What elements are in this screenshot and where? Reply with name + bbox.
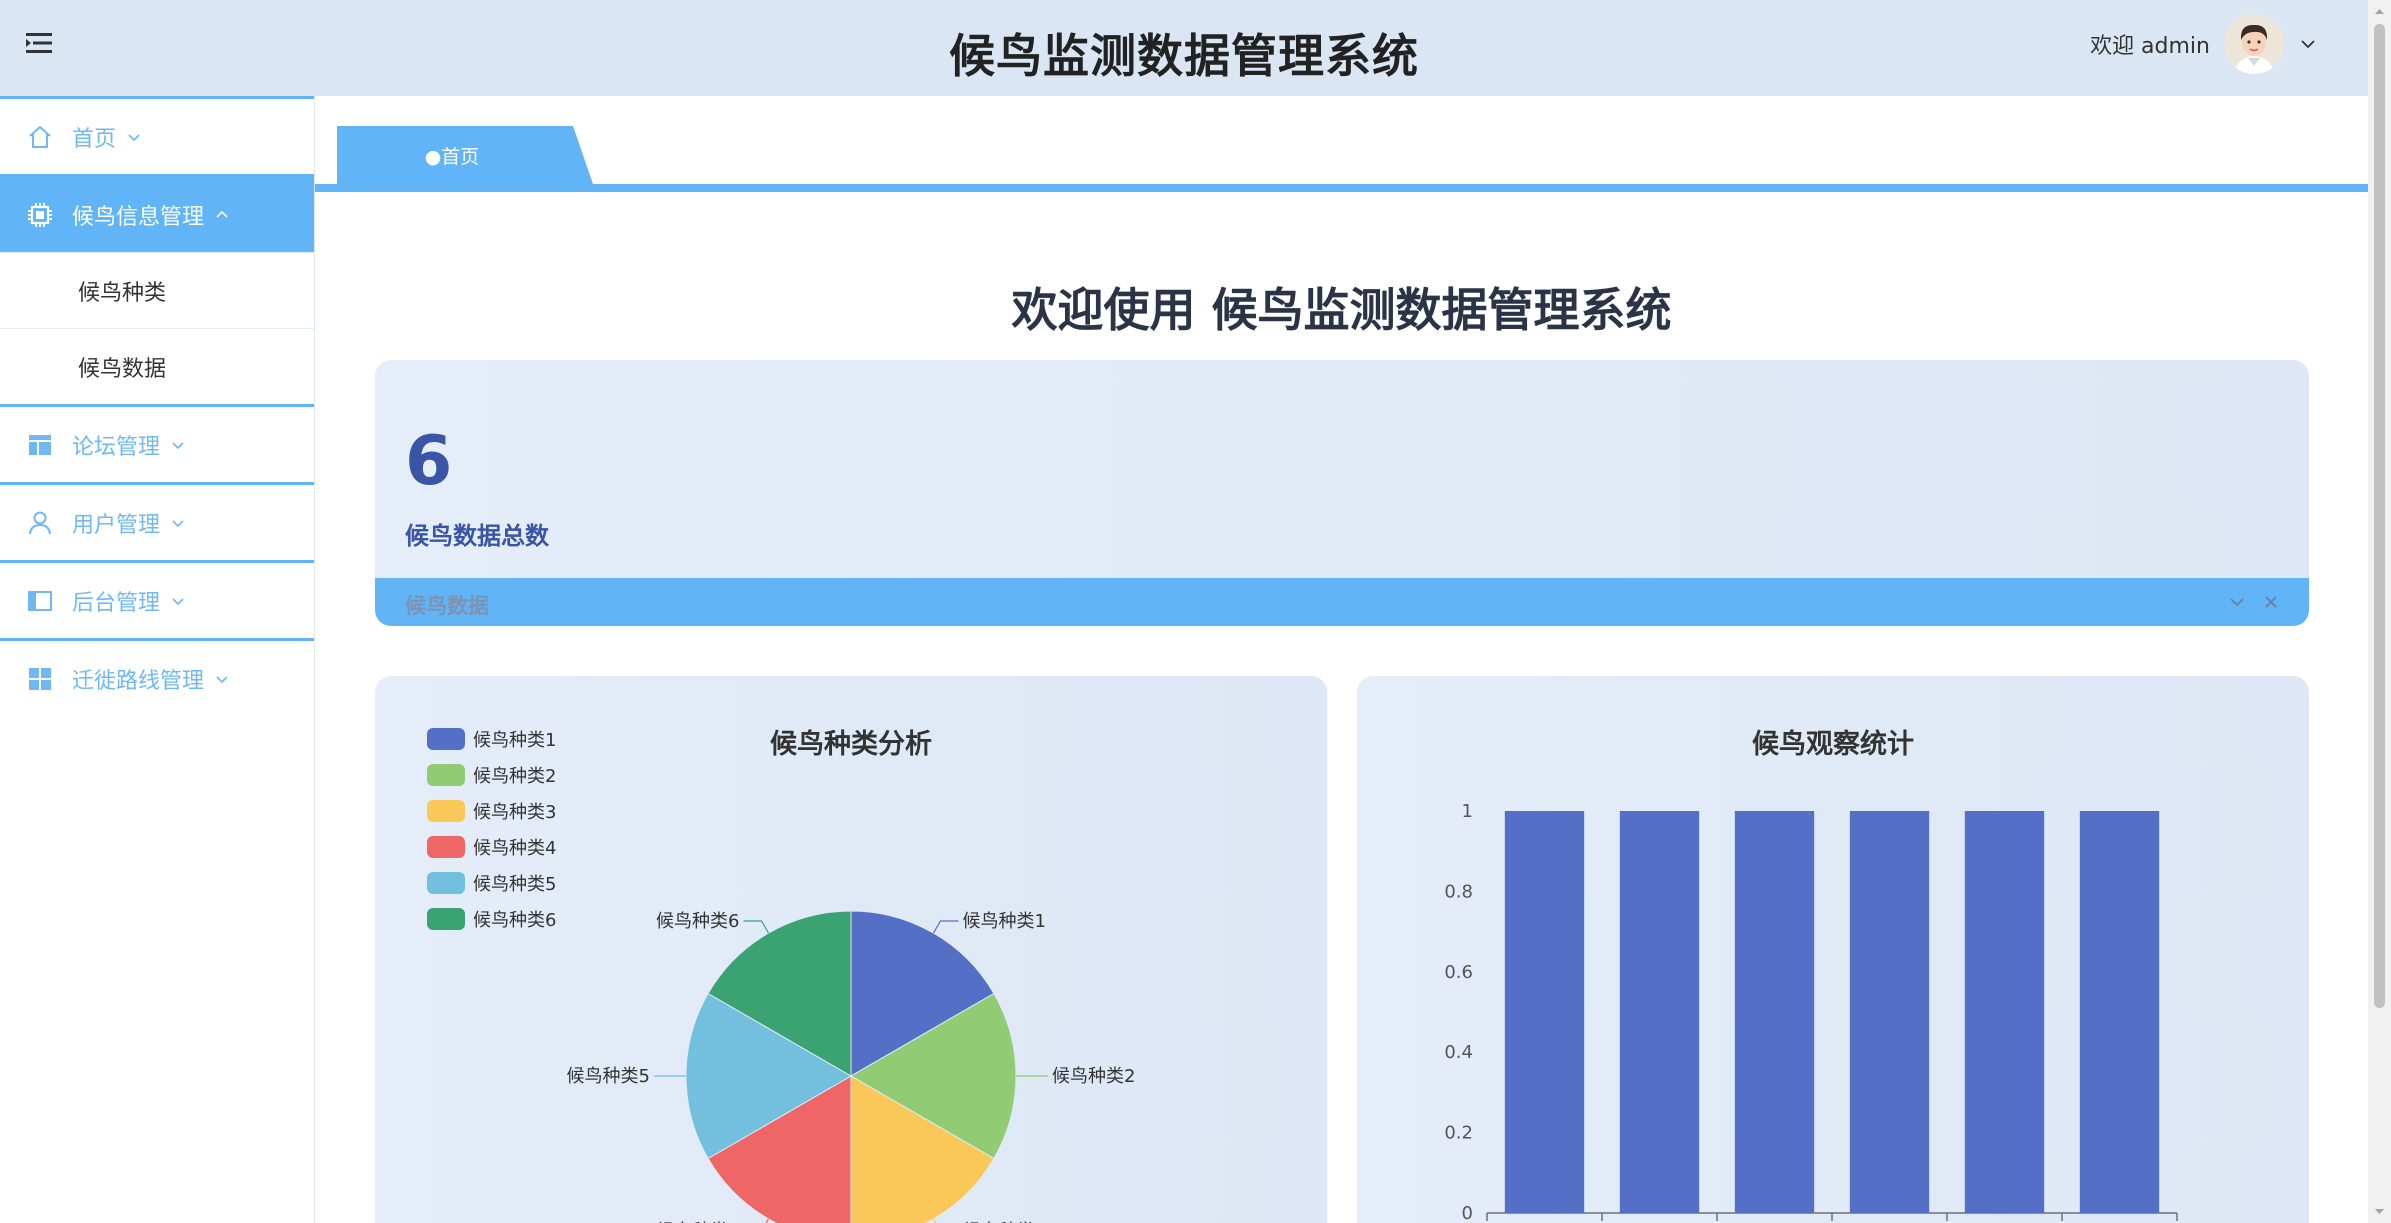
chevron-down-icon [172,597,184,605]
sidebar-item-label: 后台管理 [72,590,161,616]
stat-card: 6 候鸟数据总数 候鸟数据 [375,360,2309,626]
bar[interactable] [1504,811,1585,1213]
sidebar-item-label: 迁徙路线管理 [72,668,205,694]
app-title: 候鸟监测数据管理系统 [949,29,1419,83]
legend-item[interactable]: 候鸟种类3 [427,800,556,823]
top-header: 候鸟监测数据管理系统 欢迎 admin [0,0,2368,96]
chip-icon [26,201,54,229]
pie-leader-line [743,920,770,934]
legend-swatch [427,836,465,858]
legend-swatch [427,872,465,894]
user-menu[interactable]: 欢迎 admin [2090,12,2318,76]
sidebar-item-forum[interactable]: 论坛管理 [0,404,314,482]
main-content: 欢迎使用 候鸟监测数据管理系统 6 候鸟数据总数 候鸟数据 候鸟种类分析 候鸟种… [315,194,2368,1223]
legend-label: 候鸟种类4 [473,838,556,859]
scroll-thumb[interactable] [2374,24,2385,1008]
y-tick-label: 0.6 [1444,962,1473,983]
sidebar-item-label: 用户管理 [72,512,161,538]
y-tick-label: 0.8 [1444,881,1473,902]
legend-swatch [427,908,465,930]
welcome-text: 欢迎 admin [2090,34,2210,59]
stat-footer-label: 候鸟数据 [405,594,489,618]
sidebar-item-bird-info[interactable]: 候鸟信息管理 [0,174,314,252]
pie-leader-line [932,1218,937,1223]
home-icon [26,123,54,151]
sidebar-subitem-data[interactable]: 候鸟数据 [0,328,314,404]
layout-icon [26,431,54,459]
legend-item[interactable]: 候鸟种类1 [427,728,556,751]
welcome-heading: 欢迎使用 候鸟监测数据管理系统 [1011,283,1672,337]
pie-leader-line [932,920,959,934]
legend-swatch [427,728,465,750]
stat-footer-bar: 候鸟数据 [375,578,2309,626]
legend-label: 候鸟种类1 [473,730,556,751]
tab-underline [315,184,2368,192]
sidebar-item-home[interactable]: 首页 [0,96,314,174]
tab-label: ●首页 [424,146,480,168]
chevron-down-icon [216,675,228,683]
legend-item[interactable]: 候鸟种类5 [427,872,556,895]
pie-label: 候鸟种类5 [567,1066,650,1087]
sidebar-item-backend[interactable]: 后台管理 [0,560,314,638]
y-tick-label: 0 [1462,1203,1473,1223]
bar[interactable] [1964,811,2045,1213]
bar-chart: 0 0.2 0.4 0.6 0.8 1 [1444,801,2178,1223]
page-scrollbar[interactable] [2368,0,2391,1223]
y-tick-label: 1 [1462,801,1473,822]
chevron-down-icon [128,133,140,141]
legend-swatch [427,800,465,822]
bar-chart-panel: 候鸟观察统计 0 0.2 0.4 0.6 0.8 1 [1357,676,2309,1223]
bar[interactable] [1619,811,1700,1213]
sidebar-item-routes[interactable]: 迁徙路线管理 [0,638,314,716]
legend-item[interactable]: 候鸟种类2 [427,764,556,787]
chevron-down-icon[interactable] [2298,34,2318,54]
y-tick-label: 0.4 [1444,1042,1473,1063]
legend-label: 候鸟种类3 [473,802,556,823]
sidebar: 首页 候鸟信息管理 候鸟种类 候鸟数据 论坛管理 用户管理 后台管理 迁徙路线管… [0,96,315,1223]
legend-swatch [427,764,465,786]
pie-leader-line [765,1218,770,1223]
sidebar-item-label: 论坛管理 [72,434,161,460]
stat-label: 候鸟数据总数 [405,522,549,550]
legend-label: 候鸟种类6 [473,910,556,931]
pie-chart-panel: 候鸟种类分析 候鸟种类1 候鸟种类2 候鸟种类3 候鸟种类4 候鸟种类5 候鸟种类6 候鸟种… [375,676,1327,1223]
tab-bar: ●首页 [315,96,2368,194]
stat-value: 6 [405,422,453,501]
bar[interactable] [1849,811,1930,1213]
sidebar-item-label: 候鸟信息管理 [72,204,205,230]
close-icon[interactable] [2261,592,2281,612]
sidebar-item-users[interactable]: 用户管理 [0,482,314,560]
panel-icon [26,587,54,615]
bar[interactable] [2079,811,2160,1213]
sidebar-item-label: 首页 [72,126,117,152]
legend-label: 候鸟种类5 [473,874,556,895]
y-tick-label: 0.2 [1444,1123,1473,1144]
grid-icon [26,665,54,693]
pie-chart: 候鸟种类1 候鸟种类2 候鸟种类3 候鸟种类4 候鸟种类5 候鸟种类6 候鸟种类1 候鸟种类2… [427,728,1135,1223]
scroll-down-arrow-icon[interactable] [2372,1204,2387,1219]
user-icon [26,509,54,537]
bar[interactable] [1734,811,1815,1213]
pie-label: 候鸟种类2 [1052,1066,1135,1087]
chevron-up-icon [216,210,228,218]
chevron-down-icon[interactable] [2227,592,2247,612]
avatar[interactable] [2224,14,2284,74]
sidebar-subitem-species[interactable]: 候鸟种类 [0,252,314,328]
chevron-down-icon [172,441,184,449]
chevron-down-icon [172,519,184,527]
legend-label: 候鸟种类2 [473,766,556,787]
scroll-up-arrow-icon[interactable] [2372,4,2387,19]
pie-label: 候鸟种类6 [656,911,739,932]
legend-item[interactable]: 候鸟种类6 [427,908,556,931]
legend-item[interactable]: 候鸟种类4 [427,836,556,859]
tab-home[interactable]: ●首页 [337,126,593,184]
pie-label: 候鸟种类1 [963,911,1046,932]
